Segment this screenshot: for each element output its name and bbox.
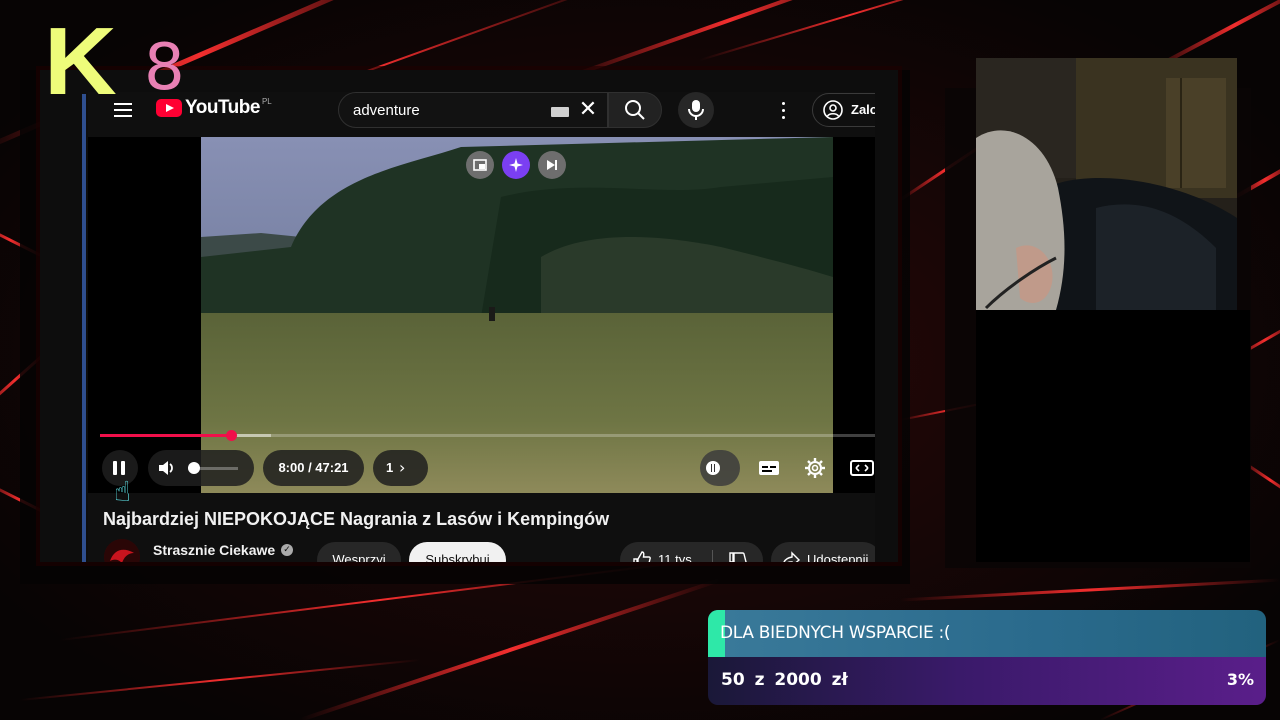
- search-button[interactable]: [608, 92, 662, 128]
- channel-name[interactable]: Strasznie Ciekawe: [153, 541, 275, 559]
- share-icon: [783, 551, 801, 562]
- verified-check-icon: ✓: [281, 544, 293, 556]
- hamburger-menu-icon[interactable]: [114, 102, 132, 118]
- pause-small-icon: [711, 464, 715, 472]
- progress-scrubber[interactable]: [225, 430, 237, 441]
- search-icon: [625, 100, 645, 120]
- volume-control: [148, 450, 254, 486]
- subscribe-button[interactable]: Subskrybuj: [409, 542, 506, 562]
- volume-knob[interactable]: [188, 462, 200, 474]
- volume-icon[interactable]: [156, 457, 178, 479]
- video-scene: [201, 137, 833, 493]
- chapter-label: 1: [386, 460, 394, 475]
- chapter-button[interactable]: 1 ›: [373, 450, 428, 486]
- channel-avatar[interactable]: [104, 539, 140, 562]
- donation-goal-widget: DLA BIEDNYCH WSPARCIE :( 50 z 2000 zł 3%: [708, 610, 1266, 705]
- donation-goal-title: DLA BIEDNYCH WSPARCIE :(: [720, 623, 951, 643]
- progress-played: [100, 434, 231, 437]
- subscribe-label: Subskrybuj: [425, 552, 490, 562]
- search-input[interactable]: [353, 102, 533, 120]
- like-count: 11 tys.: [658, 552, 696, 562]
- next-video-button[interactable]: [538, 151, 566, 179]
- youtube-country-code: PL: [261, 96, 272, 106]
- share-label: Udostępnij: [807, 552, 869, 562]
- progress-bar[interactable]: [100, 430, 875, 441]
- logo-number: 8: [144, 31, 185, 105]
- donation-goal-amount: 50 z 2000 zł: [721, 670, 848, 690]
- chevron-right-icon: ›: [399, 458, 406, 477]
- sparkle-icon: [509, 158, 523, 172]
- theater-mode-icon: [850, 460, 874, 476]
- mouse-cursor-hand-icon: ☝: [114, 475, 132, 508]
- donation-goal-header: DLA BIEDNYCH WSPARCIE :(: [708, 610, 1266, 657]
- video-player[interactable]: 8:00 / 47:21 1 ›: [88, 137, 875, 493]
- like-divider: [712, 550, 713, 562]
- like-button[interactable]: 11 tys.: [620, 542, 710, 562]
- skip-next-icon: [547, 160, 557, 170]
- join-label: Wesprzyj: [332, 552, 386, 562]
- keyboard-icon[interactable]: [551, 107, 569, 117]
- channel-avatar-image: [104, 539, 140, 562]
- account-icon: [823, 100, 843, 120]
- gear-icon: [805, 458, 825, 478]
- stream-logo: K 8: [44, 14, 194, 110]
- youtube-masthead: YouTube PL ✕: [88, 92, 875, 132]
- theater-mode-button[interactable]: [850, 457, 874, 479]
- subtitles-button[interactable]: [758, 457, 780, 479]
- donation-goal-footer: 50 z 2000 zł 3%: [708, 657, 1266, 705]
- donation-goal-percent: 3%: [1226, 670, 1254, 689]
- youtube-page: YouTube PL ✕: [88, 92, 875, 562]
- sign-in-label: Zalo: [851, 102, 875, 117]
- more-options-icon[interactable]: [780, 100, 786, 120]
- thumbs-up-icon: [633, 551, 651, 562]
- webcam-panel-background: [976, 310, 1250, 562]
- thumbs-down-icon: [729, 552, 747, 562]
- video-frame[interactable]: [201, 137, 833, 493]
- autoplay-toggle[interactable]: [700, 450, 740, 486]
- voice-search-button[interactable]: [678, 92, 714, 128]
- like-dislike-group: 11 tys.: [620, 542, 763, 562]
- pause-icon: [113, 461, 127, 475]
- time-display: 8:00 / 47:21: [263, 450, 364, 486]
- clear-search-icon[interactable]: ✕: [577, 99, 599, 121]
- search-box: ✕: [338, 92, 608, 128]
- miniplayer-icon: [473, 159, 487, 171]
- ai-sparkle-button[interactable]: [502, 151, 530, 179]
- webcam-feed: [976, 58, 1237, 310]
- youtube-logo-text: YouTube: [185, 97, 260, 118]
- join-button[interactable]: Wesprzyj: [317, 542, 401, 562]
- dislike-button[interactable]: [714, 542, 763, 562]
- share-button[interactable]: Udostępnij: [771, 542, 875, 562]
- player-controls: 8:00 / 47:21 1 ›: [88, 447, 875, 487]
- miniplayer-button[interactable]: [466, 151, 494, 179]
- video-title: Najbardziej NIEPOKOJĄCE Nagrania z Lasów…: [103, 509, 610, 529]
- volume-slider[interactable]: [188, 462, 238, 474]
- sign-in-button[interactable]: Zalo: [812, 93, 875, 127]
- settings-button[interactable]: [804, 457, 826, 479]
- webcam-image: [976, 58, 1237, 310]
- browser-edge: [82, 94, 86, 562]
- logo-letter: K: [44, 8, 117, 115]
- subtitles-icon: [759, 461, 779, 475]
- microphone-icon: [688, 100, 704, 120]
